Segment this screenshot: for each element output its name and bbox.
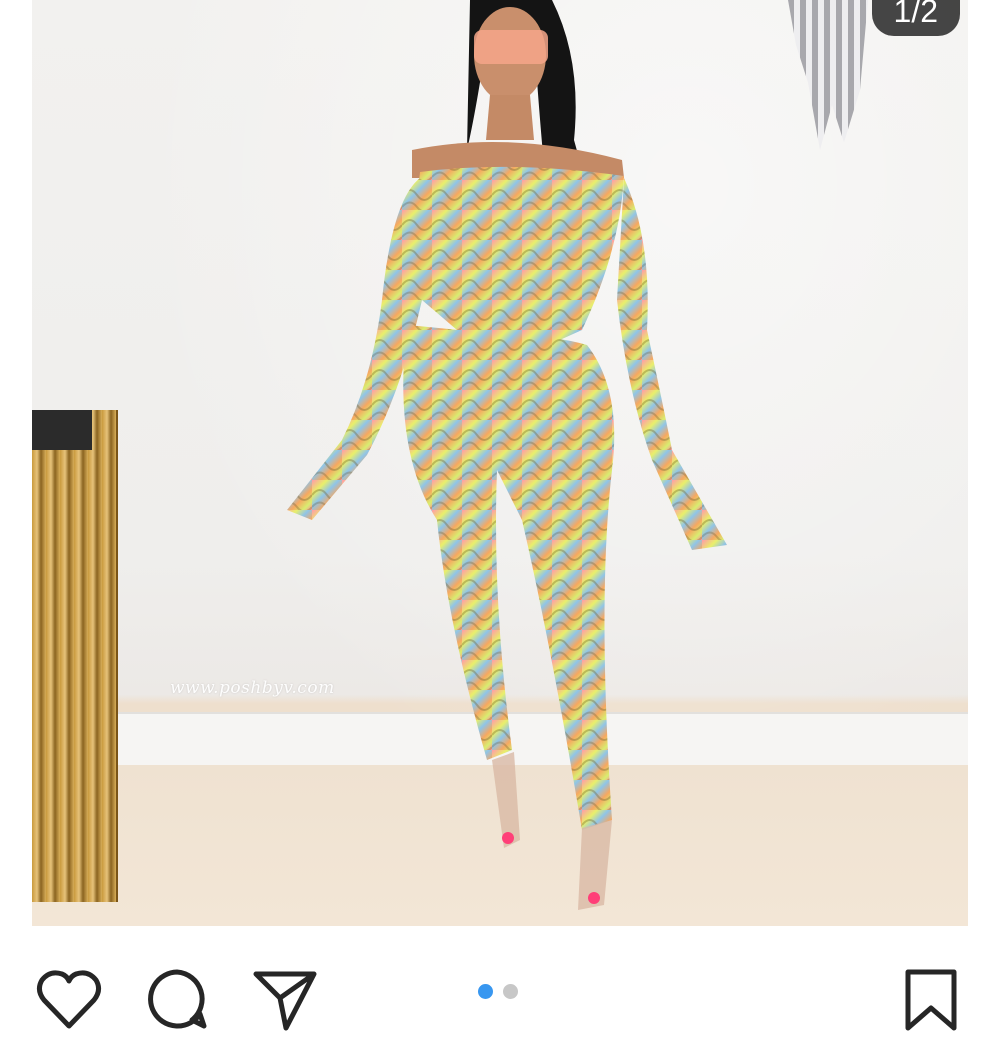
gold-cabinet [32, 410, 118, 902]
like-button[interactable] [34, 964, 104, 1029]
send-icon [253, 971, 317, 1031]
bookmark-icon [905, 969, 957, 1031]
carousel-counter-badge: 1/2 [871, 0, 960, 36]
model-figure [287, 0, 727, 910]
carousel-dot[interactable] [503, 984, 518, 999]
comment-icon [148, 969, 207, 1029]
heart-icon [36, 970, 102, 1029]
post-image[interactable]: www.poshbyv.com 1/2 [32, 0, 968, 926]
comment-button[interactable] [142, 964, 212, 1029]
carousel-indicator [478, 984, 518, 999]
carousel-dot-active[interactable] [478, 984, 493, 999]
save-button[interactable] [896, 964, 966, 1031]
share-button[interactable] [250, 964, 320, 1031]
watermark-text: www.poshbyv.com [170, 678, 335, 698]
